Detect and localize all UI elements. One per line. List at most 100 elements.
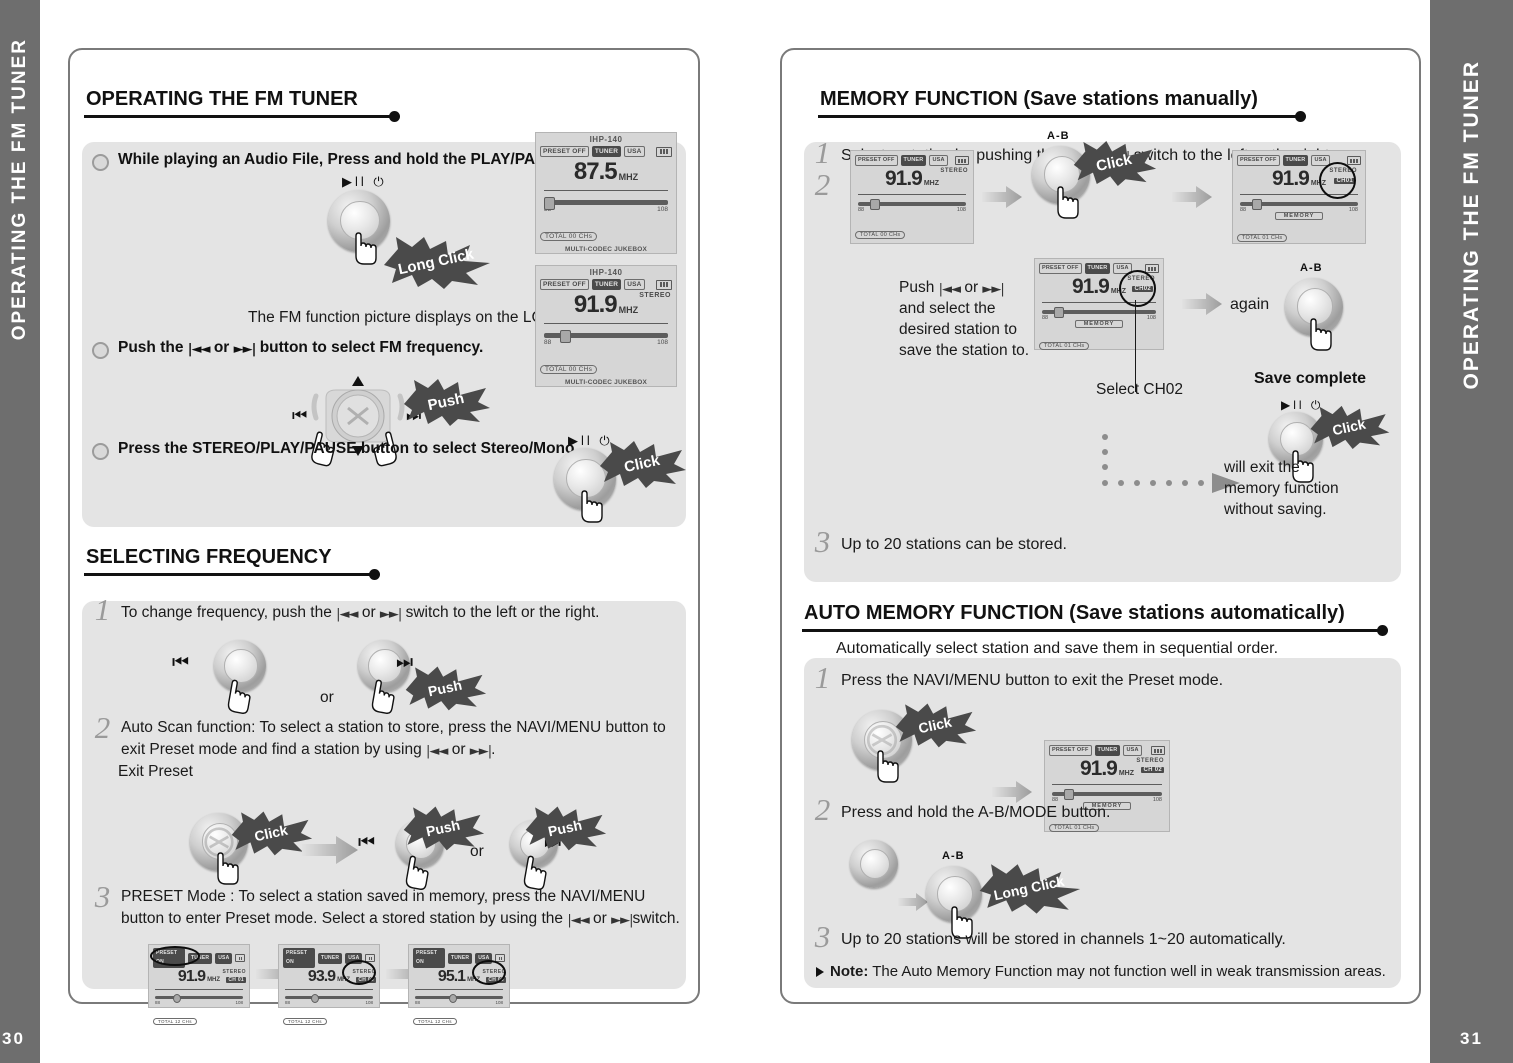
again-label: again	[1230, 296, 1270, 313]
preset-tag: PRESET OFF	[1049, 745, 1092, 756]
slider-knob	[870, 199, 880, 210]
slider-knob	[560, 330, 571, 343]
step-3-preset-mode: 3 PRESET Mode : To select a station save…	[94, 879, 682, 930]
hand-cursor-icon	[581, 490, 603, 523]
next-track-glyph-icon: ►►|	[379, 607, 402, 622]
memory-label: MEMORY	[1074, 320, 1124, 328]
lcd-total-bar: TOTAL 01 CHs	[1237, 226, 1361, 244]
battery-icon	[235, 954, 245, 962]
lcd-divider	[1052, 784, 1162, 785]
scale-min: 88	[1042, 315, 1049, 321]
prev-track-glyph-icon: |◄◄	[567, 912, 589, 928]
slider-knob	[311, 994, 319, 1003]
tuner-tag: TUNER	[1084, 263, 1111, 274]
stereo-indicator: STEREO	[222, 969, 246, 975]
lcd-frequency: 95.1	[437, 968, 466, 985]
heading-rule	[84, 569, 380, 580]
prev-track-icon[interactable]: ⏮	[358, 832, 375, 854]
lcd-footer: MULTI-CODEC JUKEBOX	[564, 246, 648, 253]
auto-memory-intro: Automatically select station and save th…	[836, 640, 1279, 657]
lcd-frequency: 91.9	[884, 167, 923, 190]
push-line-4: save the station to.	[899, 341, 1030, 359]
exit-without-saving-note: will exit the memory function without sa…	[1224, 458, 1339, 521]
preset-on-highlight-circle	[150, 946, 200, 966]
note-line-1: will exit the	[1224, 459, 1300, 476]
step-number: 1	[94, 592, 111, 627]
prev-track-glyph-icon: |◄◄	[336, 607, 358, 622]
next-track-glyph-icon: ►►|	[982, 282, 1004, 297]
channel-badge: CH 02	[1141, 767, 1164, 773]
section-heading-selecting-frequency: SELECTING FREQUENCY	[84, 546, 380, 580]
lcd-display-875: IHP-140 PRESET OFF TUNER USA 87.5 MHZ 88…	[535, 132, 677, 254]
scale-max: 108	[365, 1000, 373, 1005]
long-click-callout: Long Click	[378, 235, 494, 289]
lcd-total-bar: TOTAL 12 CHs	[283, 1010, 375, 1028]
prev-track-glyph-icon: |◄◄	[187, 342, 211, 357]
right-page: MEMORY FUNCTION (Save stations manually)…	[780, 48, 1421, 1004]
lcd-total-text: TOTAL 01 CHs	[1039, 342, 1090, 350]
step-number: 2	[814, 792, 831, 827]
lcd-frequency: 87.5	[573, 158, 618, 185]
lcd-total-text: TOTAL 00 CHs	[855, 231, 906, 239]
lcd-divider	[415, 989, 503, 990]
lcd-total-bar: TOTAL 00 CHs	[540, 358, 672, 376]
scale-max: 108	[956, 207, 966, 213]
tuner-tag: TUNER	[317, 952, 343, 964]
push-prefix: Push	[899, 279, 939, 296]
lcd-frequency-row: 91.9 MHZ STEREO	[851, 166, 973, 189]
lcd-before-save: PRESET OFF TUNER USA 91.9 MHZ STEREO 88 …	[850, 150, 974, 244]
right-side-tab-label: OPERATING THE FM TUNER	[1459, 60, 1483, 390]
preset-tag: PRESET OFF	[1237, 155, 1280, 166]
step-text: To change frequency, push the |◄◄ or ►►|…	[121, 595, 599, 624]
slider-knob	[544, 197, 555, 210]
path-dot	[1166, 480, 1172, 486]
lcd-divider	[544, 323, 668, 324]
region-tag: USA	[215, 952, 233, 964]
ab-mode-label: A-B	[1300, 262, 1323, 274]
scale-max: 108	[1146, 315, 1156, 321]
preset-tag: PRESET OFF	[1039, 263, 1082, 274]
flow-arrow-icon	[1182, 293, 1222, 315]
lcd-total-bar: TOTAL 01 CHs	[1039, 334, 1159, 352]
tuner-tag: TUNER	[591, 279, 622, 290]
preset-tag: PRESET OFF	[540, 146, 589, 157]
prev-track-icon[interactable]: ⏮	[292, 406, 307, 426]
lcd-total-text: TOTAL 12 CHs	[153, 1018, 197, 1025]
lcd-unit: MHZ	[1118, 770, 1135, 777]
push-line-3: desired station to	[899, 320, 1018, 338]
prev-track-glyph-icon: |◄◄	[426, 743, 448, 759]
bullet-text-a: Push the	[118, 339, 188, 356]
lcd-display-919: IHP-140 PRESET OFF TUNER USA 91.9 MHZ ST…	[535, 265, 677, 387]
callout-leader-line	[1135, 300, 1136, 392]
step-number: 3	[94, 879, 111, 914]
path-dot	[1102, 434, 1108, 440]
prev-track-glyph-icon: |◄◄	[938, 282, 961, 297]
left-side-tab-label: OPERATING THE FM TUNER	[9, 38, 30, 341]
auto-step-3: 3 Up to 20 stations will be stored in ch…	[814, 921, 1286, 952]
lcd-tuning-slider	[415, 994, 503, 1003]
next-track-glyph-icon: ►►|	[611, 912, 633, 928]
lcd-frequency: 93.9	[307, 968, 336, 985]
lcd-total-bar: TOTAL 00 CHs	[540, 225, 672, 243]
push-line-2: and select the	[899, 299, 996, 317]
right-page-number: 31	[1460, 1029, 1483, 1048]
prev-track-icon[interactable]: ⏮	[172, 652, 189, 674]
lcd-divider	[544, 190, 668, 191]
push-instruction-block: Push |◄◄ or ►►| and select the desired s…	[899, 278, 1029, 362]
lcd-divider	[285, 989, 373, 990]
battery-icon	[656, 146, 672, 157]
side-next-button-auto[interactable]	[850, 840, 898, 888]
step-number: 1	[814, 660, 831, 695]
step-1-change-frequency: 1 To change frequency, push the |◄◄ or ►…	[94, 592, 664, 627]
bullet-dot-icon	[92, 154, 109, 171]
lcd-status-bar: PRESET OFF TUNER USA	[536, 277, 676, 290]
battery-icon	[1347, 156, 1361, 165]
scale-min: 88	[858, 207, 865, 213]
path-dot	[1102, 464, 1108, 470]
scale-max: 108	[495, 1000, 503, 1005]
tuner-tag: TUNER	[900, 155, 927, 166]
flow-arrow-icon	[302, 836, 358, 864]
auto-memory-note: Note: The Auto Memory Function may not f…	[816, 962, 1386, 982]
path-dot	[1182, 480, 1188, 486]
lcd-frequency: 91.9	[177, 968, 206, 985]
